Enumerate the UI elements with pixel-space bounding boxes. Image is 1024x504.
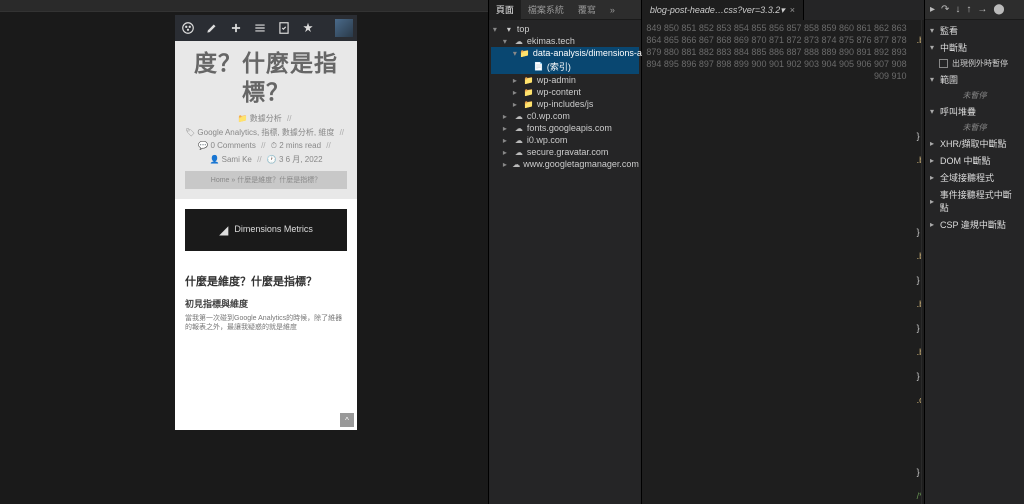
tree-row[interactable]: ▸📁wp-content <box>491 86 639 98</box>
sources-panel: 頁面檔案系統覆寫» ▾▾top▾☁ekimas.tech▾📁data-analy… <box>488 0 642 504</box>
tree-row[interactable]: ▸📁wp-admin <box>491 74 639 86</box>
tree-row[interactable]: ▸☁i0.wp.com <box>491 134 639 146</box>
debugger-empty-msg: 未暫停 <box>925 120 1024 135</box>
meta-author-date: 👤 Sami Ke // 🕐 3 6 月, 2022 <box>185 154 347 165</box>
code-tabbar: blog-post-heade…css?ver=3.3.2▾ × <box>642 0 924 20</box>
preview-viewport: 度？什麼是指標？ 📁 數據分析 // 🏷 Google Analytics, 指… <box>175 15 357 430</box>
check-doc-icon[interactable] <box>275 19 293 37</box>
tree-row[interactable]: ▸☁secure.gravatar.com <box>491 146 639 158</box>
debugger-section-header[interactable]: ▾呼叫堆疊 <box>925 103 1024 120</box>
sources-tabbar: 頁面檔案系統覆寫» <box>489 0 641 20</box>
page-title: 度？什麼是指標？ <box>185 49 347 107</box>
step-over-icon[interactable]: ↷ <box>941 4 949 15</box>
page: 度？什麼是指標？ 📁 數據分析 // 🏷 Google Analytics, 指… <box>175 41 357 430</box>
ruler <box>0 0 488 12</box>
devtools: 頁面檔案系統覆寫» ▾▾top▾☁ekimas.tech▾📁data-analy… <box>488 0 1024 504</box>
breadcrumb: Home » 什麼是維度？什麼是指標？ <box>185 171 347 189</box>
debugger-section-header[interactable]: ▸XHR/擷取中斷點 <box>925 135 1024 152</box>
debugger-panel: ▸ ↷ ↓ ↑ → ⬤ ▾監看▾中斷點出現例外時暫停▾範圍未暫停▾呼叫堆疊未暫停… <box>924 0 1024 504</box>
editor-scrollbar[interactable] <box>921 20 924 504</box>
hero: 度？什麼是指標？ 📁 數據分析 // 🏷 Google Analytics, 指… <box>175 41 357 199</box>
step-icon[interactable]: → <box>977 4 987 15</box>
featured-image: ◢ Dimensions Metrics <box>185 209 347 251</box>
step-out-icon[interactable]: ↑ <box>966 4 971 15</box>
deactivate-breakpoints-icon[interactable]: ⬤ <box>993 4 1004 15</box>
sources-tab[interactable]: 頁面 <box>489 0 521 20</box>
customizer-toolbar <box>175 15 357 41</box>
debugger-section-header[interactable]: ▾中斷點 <box>925 39 1024 56</box>
close-icon[interactable]: × <box>790 0 795 20</box>
more-tabs-icon[interactable]: » <box>603 0 622 20</box>
meta-tags: 🏷 Google Analytics, 指標, 數據分析, 維度 // <box>185 127 347 138</box>
content-para: 當我第一次碰到Google Analytics的時候，除了維器的報表之外，最讓我… <box>185 314 347 334</box>
debugger-section-header[interactable]: ▾範圍 <box>925 71 1024 88</box>
gutter: 849 850 851 852 853 854 855 856 857 858 … <box>642 20 913 504</box>
debugger-item[interactable]: 出現例外時暫停 <box>925 56 1024 71</box>
tree-row[interactable]: ▸☁fonts.googleapis.com <box>491 122 639 134</box>
avatar[interactable] <box>335 19 353 37</box>
content: 什麼是維度？什麼是指標？ 初見指標與維度 當我第一次碰到Google Analy… <box>175 261 357 340</box>
scroll-top-button[interactable]: ^ <box>340 413 354 427</box>
tree-row[interactable]: ▸☁www.googletagmanager.com <box>491 158 639 170</box>
debugger-section-header[interactable]: ▾監看 <box>925 22 1024 39</box>
code-panel: blog-post-heade…css?ver=3.3.2▾ × 849 850… <box>642 0 924 504</box>
debugger-section-header[interactable]: ▸CSP 違規中斷點 <box>925 216 1024 233</box>
editor[interactable]: 849 850 851 852 853 854 855 856 857 858 … <box>642 20 924 504</box>
sources-tab[interactable]: 覆寫 <box>571 0 603 20</box>
meta-category: 📁 數據分析 // <box>185 113 347 124</box>
preview-pane: 度？什麼是指標？ 📁 數據分析 // 🏷 Google Analytics, 指… <box>0 0 488 504</box>
brush-icon[interactable] <box>203 19 221 37</box>
content-h3: 初見指標與維度 <box>185 297 347 310</box>
file-tree: ▾▾top▾☁ekimas.tech▾📁data-analysis/dimens… <box>489 20 641 173</box>
tree-row[interactable]: ▸📁wp-includes/js <box>491 98 639 110</box>
metrics-icon: ◢ <box>219 223 228 237</box>
debugger-section-header[interactable]: ▸事件接聽程式中斷點 <box>925 186 1024 216</box>
tree-row[interactable]: ▾☁ekimas.tech <box>491 35 639 47</box>
debugger-section-header[interactable]: ▸全域接聽程式 <box>925 169 1024 186</box>
debugger-empty-msg: 未暫停 <box>925 88 1024 103</box>
tree-row[interactable]: ▾📁data-analysis/dimensions-and-metrics <box>491 47 639 59</box>
resume-icon[interactable]: ▸ <box>930 4 935 15</box>
step-into-icon[interactable]: ↓ <box>955 4 960 15</box>
tree-row[interactable]: ▾▾top <box>491 23 639 35</box>
sources-tab[interactable]: 檔案系統 <box>521 0 571 20</box>
tree-row[interactable]: 📄(索引) <box>491 59 639 74</box>
code-tab[interactable]: blog-post-heade…css?ver=3.3.2▾ × <box>642 0 804 20</box>
code-body[interactable]: .blog-post-breadcrumbs .site-breadcrumbs… <box>913 20 921 504</box>
debugger-controls: ▸ ↷ ↓ ↑ → ⬤ <box>925 0 1024 20</box>
palette-icon[interactable] <box>179 19 197 37</box>
plus-icon[interactable] <box>227 19 245 37</box>
debugger-sections: ▾監看▾中斷點出現例外時暫停▾範圍未暫停▾呼叫堆疊未暫停▸XHR/擷取中斷點▸D… <box>925 20 1024 235</box>
menu-icon[interactable] <box>251 19 269 37</box>
debugger-section-header[interactable]: ▸DOM 中斷點 <box>925 152 1024 169</box>
meta-comments-read: 💬 0 Comments // ⏱ 2 mins read // <box>185 141 347 151</box>
star-icon[interactable] <box>299 19 317 37</box>
tree-row[interactable]: ▸☁c0.wp.com <box>491 110 639 122</box>
content-h2: 什麼是維度？什麼是指標？ <box>185 273 347 289</box>
